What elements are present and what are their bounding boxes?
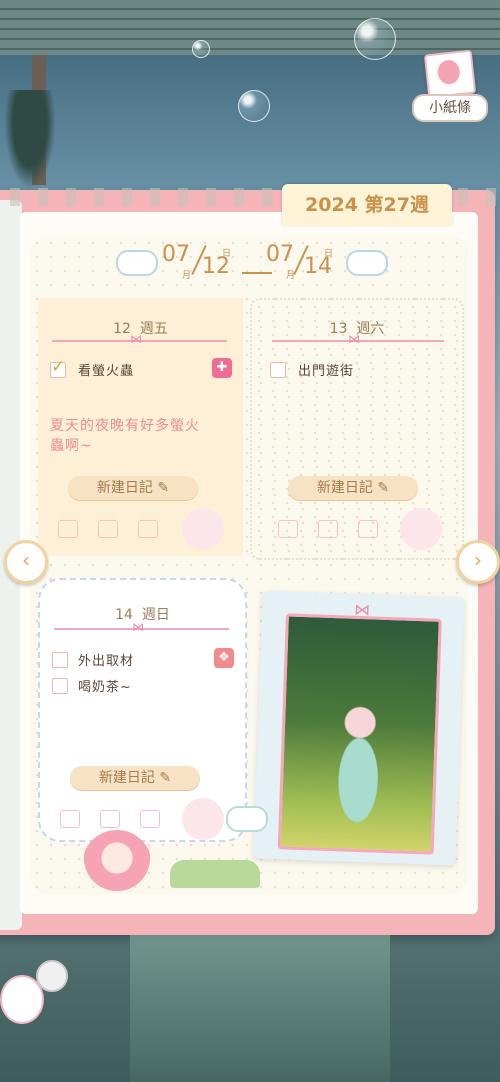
start-day-unit: 日 — [222, 249, 232, 259]
chevron-left-icon: ‹ — [22, 548, 30, 572]
end-month: 07 — [266, 242, 294, 267]
mood-stamp[interactable] — [182, 508, 224, 550]
task-checkbox[interactable] — [50, 357, 66, 378]
mood-stamp[interactable] — [400, 508, 442, 550]
task-text: 看螢火蟲 — [78, 364, 135, 379]
chibi-sticker — [82, 830, 152, 900]
day-weekday: 週六 — [356, 321, 385, 337]
task-text: 喝奶茶~ — [78, 680, 132, 695]
edit-icon: ✎ — [157, 480, 170, 496]
new-diary-button[interactable]: 新建日記 ✎ — [70, 766, 200, 790]
background-table — [130, 935, 390, 1082]
mood-stamp[interactable] — [182, 798, 224, 840]
sticker-slot[interactable] — [58, 520, 78, 538]
sticker-slot[interactable] — [100, 810, 120, 828]
memo-line: 夏天的夜晚有好多螢火 — [50, 418, 200, 434]
sticker-slot[interactable] — [98, 520, 118, 538]
window-blinds — [0, 0, 500, 55]
cloud-icon — [116, 250, 158, 276]
date-range: 07 月 12 日 07 月 14 日 — [112, 240, 392, 281]
memo-line: 蟲啊~ — [50, 438, 93, 454]
day-card-sunday[interactable]: 14 週日 ⋈ 外出取材 ❖ 喝奶茶~ 新建日記 ✎ — [38, 578, 247, 842]
bubble — [192, 40, 210, 58]
bow-icon: ⋈ — [130, 332, 142, 346]
day-weekday: 週五 — [139, 321, 168, 337]
task-checkbox[interactable] — [52, 678, 68, 694]
background-tree — [0, 90, 60, 200]
new-diary-button[interactable]: 新建日記 ✎ — [288, 476, 418, 500]
gift-icon[interactable]: ❖ — [214, 648, 234, 668]
note-button-label: 小紙條 — [412, 94, 488, 122]
day-date: 12 — [113, 321, 131, 337]
note-icon — [423, 49, 477, 99]
bell-charm-icon — [36, 960, 68, 992]
day-card-saturday[interactable]: 13 週六 ⋈ 出門遊街 新建日記 ✎ — [250, 298, 464, 560]
gift-icon[interactable]: ✚ — [212, 358, 232, 378]
day-date: 14 — [115, 607, 133, 623]
sticker-slot[interactable] — [138, 520, 158, 538]
bush-sticker — [170, 860, 260, 888]
start-month-unit: 月 — [182, 271, 192, 281]
new-diary-label: 新建日記 — [98, 770, 155, 786]
date-dash — [242, 272, 272, 274]
end-day-unit: 日 — [324, 249, 334, 259]
task-checkbox[interactable] — [270, 362, 286, 378]
photo-card[interactable]: ⋈ — [253, 590, 465, 866]
week-tab: 2024 第27週 — [282, 184, 452, 226]
bow-icon: ⋈ — [348, 332, 360, 346]
memo-text: 夏天的夜晚有好多螢火 蟲啊~ — [50, 416, 200, 456]
next-week-button[interactable]: › — [456, 540, 500, 584]
sticker-slot[interactable] — [140, 810, 160, 828]
bubble — [238, 90, 270, 122]
prev-week-button[interactable]: ‹ — [4, 540, 48, 584]
day-card-friday[interactable]: 12 週五 ⋈ 看螢火蟲 ✚ 夏天的夜晚有好多螢火 蟲啊~ 新建日記 ✎ — [38, 298, 243, 556]
edit-icon: ✎ — [159, 770, 172, 786]
task-text: 外出取材 — [78, 654, 135, 669]
chevron-right-icon: › — [474, 548, 482, 572]
note-button[interactable]: 小紙條 — [410, 49, 488, 124]
sticker-slot[interactable] — [278, 520, 298, 538]
edit-icon: ✎ — [377, 480, 390, 496]
new-diary-label: 新建日記 — [316, 480, 373, 496]
task-checkbox[interactable] — [52, 652, 68, 668]
sticker-slot[interactable] — [60, 810, 80, 828]
sticker-slot[interactable] — [318, 520, 338, 538]
day-weekday: 週日 — [141, 607, 170, 623]
cloud-icon — [226, 806, 268, 832]
week-label: 2024 第27週 — [305, 194, 429, 216]
bow-icon: ⋈ — [132, 620, 144, 634]
new-diary-label: 新建日記 — [96, 480, 153, 496]
day-date: 13 — [329, 321, 348, 337]
sticker-slot[interactable] — [358, 520, 378, 538]
task-text: 出門遊街 — [298, 364, 355, 379]
new-diary-button[interactable]: 新建日記 ✎ — [68, 476, 198, 500]
photo-image — [277, 613, 442, 855]
cloud-icon — [346, 250, 388, 276]
start-month: 07 — [162, 242, 190, 267]
bubble — [354, 18, 396, 60]
